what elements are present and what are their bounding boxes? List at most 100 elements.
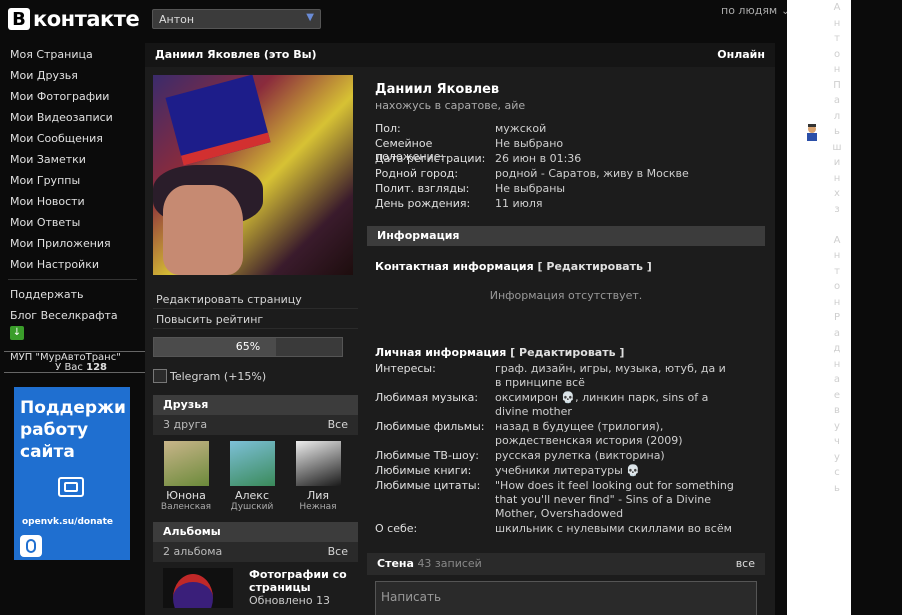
wall-count: 43 записей <box>417 557 482 570</box>
edit-personal-link[interactable]: [ Редактировать ] <box>510 346 624 359</box>
nav-my-answers[interactable]: Мои Ответы <box>0 212 145 233</box>
personal-row: Любимая музыка: оксимирон 💀, линкин парк,… <box>375 391 709 418</box>
profile-status[interactable]: нахожусь в саратове, айе <box>375 99 765 112</box>
contact-info-title: Контактная информация [ Редактировать ] <box>375 260 652 273</box>
donate-card: Поддержи работу сайта openvk.su/donate <box>14 387 130 560</box>
online-name-letter: А <box>833 234 841 246</box>
nav-blog[interactable]: Блог Веселкрафта <box>0 305 145 326</box>
wall-post-input[interactable]: Написать <box>375 581 757 615</box>
friend-avatar[interactable] <box>163 441 209 486</box>
nav-support[interactable]: Поддержать <box>0 284 145 305</box>
online-name-letter: ч <box>834 436 840 447</box>
personal-row: Любимые цитаты: "How does it feel looking… <box>375 479 734 520</box>
friend-name[interactable]: Лия <box>285 489 351 502</box>
nav-my-settings[interactable]: Мои Настройки <box>0 254 145 275</box>
friend-avatar[interactable] <box>229 441 275 486</box>
left-navigation: Моя Страница Мои Друзья Мои Фотографии М… <box>0 44 145 340</box>
album-item[interactable]: Фотографии со страницы Обновлено 13 <box>153 562 358 614</box>
profile-main: Даниил Яковлев (это Вы) Онлайн Редактиро… <box>145 43 775 615</box>
friends-box-sub: 3 друга Все <box>153 415 358 435</box>
online-name-letter: о <box>833 281 841 292</box>
online-name-letter: а <box>833 327 841 339</box>
online-name-letter: д <box>833 343 841 354</box>
friend-name[interactable]: Юнона <box>153 489 219 502</box>
personal-info-title: Личная информация [ Редактировать ] <box>375 346 625 359</box>
profile-header-title: Даниил Яковлев (это Вы) <box>155 48 317 61</box>
nav-my-notes[interactable]: Мои Заметки <box>0 149 145 170</box>
albums-count: 2 альбома <box>163 545 223 558</box>
profile-right-column: Даниил Яковлев нахожусь в саратове, айе … <box>367 75 765 615</box>
edit-contact-link[interactable]: [ Редактировать ] <box>538 260 652 273</box>
profile-name: Даниил Яковлев <box>375 82 500 97</box>
friend-name[interactable]: Алекс <box>219 489 285 502</box>
online-friend-avatar[interactable] <box>805 124 819 142</box>
profile-avatar[interactable] <box>153 75 353 275</box>
basic-info: Пол: мужской Семейное положение: Не выбран… <box>375 122 765 212</box>
album-title-line-2[interactable]: страницы <box>249 581 347 594</box>
album-title-line-1[interactable]: Фотографии со <box>249 568 347 581</box>
online-name-letter: х <box>834 188 840 199</box>
friend-item[interactable]: Юнона Валенская <box>153 441 219 512</box>
telegram-icon <box>153 369 167 383</box>
friends-box-title: Друзья <box>153 395 358 415</box>
online-name-letter: е <box>833 389 841 401</box>
online-name-letter: А <box>833 2 841 13</box>
online-name-letter: н <box>833 296 841 308</box>
albums-box-title: Альбомы <box>153 522 358 542</box>
albums-all-link[interactable]: Все <box>328 545 348 559</box>
edit-page-link[interactable]: Редактировать страницу <box>153 289 358 309</box>
nav-my-apps[interactable]: Мои Приложения <box>0 233 145 254</box>
nav-my-messages[interactable]: Мои Сообщения <box>0 128 145 149</box>
personal-row: О себе: шкильник с нулевыми скиллами во в… <box>375 522 732 535</box>
telegram-bonus-label: Telegram (+15%) <box>170 369 267 383</box>
search-scope-label: по людям <box>721 4 778 17</box>
download-icon[interactable]: ↓ <box>10 326 24 340</box>
album-meta: Обновлено 13 <box>249 594 331 607</box>
online-friends-names[interactable]: АнтонПальшинхз АнтонРаднаевучусь <box>830 0 844 496</box>
friend-item[interactable]: Алекс Душский <box>219 441 285 512</box>
friends-all-link[interactable]: Все <box>328 418 348 432</box>
contact-info-empty: Информация отсутствует. <box>489 289 643 302</box>
nav-my-page[interactable]: Моя Страница <box>0 44 145 65</box>
nav-my-videos[interactable]: Мои Видеозаписи <box>0 107 145 128</box>
info-row: День рождения: 11 июля <box>375 197 543 210</box>
personal-row: Интересы: граф. дизайн, игры, музыка, юту… <box>375 362 726 389</box>
information-section-title: Информация <box>367 226 765 246</box>
info-row: Семейное положение: Не выбрано <box>375 137 564 163</box>
wall-all-link[interactable]: все <box>736 557 755 571</box>
nav-my-groups[interactable]: Мои Группы <box>0 170 145 191</box>
friends-count: 3 друга <box>163 418 208 431</box>
album-cover[interactable] <box>163 568 233 608</box>
friend-item[interactable]: Лия Нежная <box>285 441 351 512</box>
online-name-letter: а <box>833 95 841 106</box>
online-name-letter: у <box>834 451 840 463</box>
friend-surname: Валенская <box>160 502 212 512</box>
online-name-letter: в <box>834 405 840 416</box>
telegram-bonus[interactable]: Telegram (+15%) <box>153 369 358 383</box>
online-name-letter: ь <box>834 126 840 137</box>
online-name-letter: с <box>834 467 840 478</box>
nav-my-friends[interactable]: Мои Друзья <box>0 65 145 86</box>
vk-logo[interactable]: В контакте <box>8 7 140 31</box>
personal-info: Интересы: граф. дизайн, игры, музыка, юту… <box>375 362 765 536</box>
donate-banner[interactable]: Поддержи работу сайта openvk.su/donate <box>8 379 139 567</box>
profile-header: Даниил Яковлев (это Вы) Онлайн <box>145 43 775 67</box>
online-name-letter: т <box>834 265 840 277</box>
credit-card-icon <box>58 477 84 497</box>
friend-surname: Нежная <box>299 502 337 512</box>
rating-percent: 65% <box>235 340 261 353</box>
info-row: Родной город: родной - Саратов, живу в Мо… <box>375 167 689 180</box>
online-name-letter: н <box>833 358 841 370</box>
account-select[interactable]: Антон ▼ <box>152 9 321 29</box>
friend-avatar[interactable] <box>295 441 341 486</box>
online-status: Онлайн <box>717 48 765 61</box>
online-name-letter: и <box>833 157 841 168</box>
nav-my-photos[interactable]: Мои Фотографии <box>0 86 145 107</box>
boost-rating-link[interactable]: Повысить рейтинг <box>153 309 358 329</box>
donate-title: Поддержи работу сайта <box>20 398 126 462</box>
org-block[interactable]: МУП "МурАвтоТранс" У Вас 128 <box>4 351 151 373</box>
online-name-letter: н <box>833 172 841 184</box>
nav-my-news[interactable]: Мои Новости <box>0 191 145 212</box>
search-scope-dropdown[interactable]: по людям ⌄ <box>721 4 790 17</box>
online-name-letter: н <box>833 17 841 29</box>
